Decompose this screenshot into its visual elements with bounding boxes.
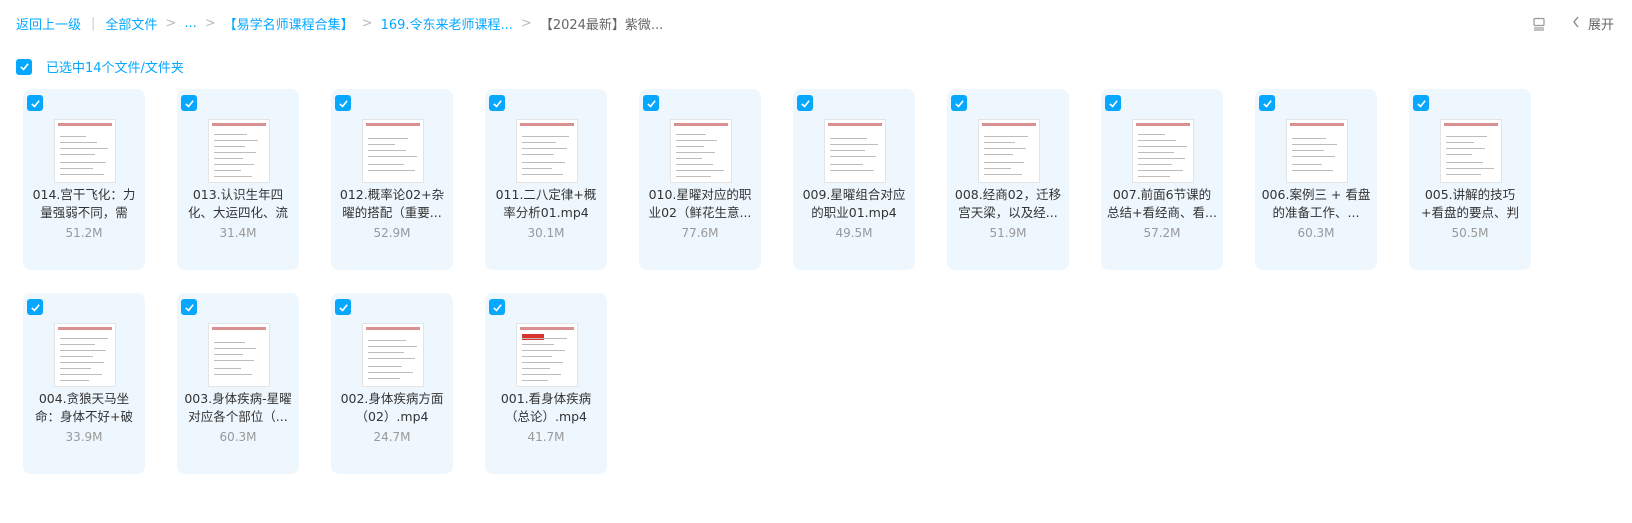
video-thumbnail [978,119,1040,183]
view-tools: 展开 [1530,14,1614,33]
file-size: 52.9M [373,226,411,240]
breadcrumb-ellipsis[interactable]: ... [184,16,196,31]
breadcrumb-all-files[interactable]: 全部文件 [105,14,157,33]
file-size: 51.2M [65,226,103,240]
file-size: 49.5M [835,226,873,240]
file-checkbox[interactable] [181,95,197,111]
file-checkbox[interactable] [489,95,505,111]
file-checkbox[interactable] [27,95,43,111]
file-card[interactable]: 009.星曜组合对应的职业01.mp4 49.5M [793,89,915,270]
chevron-left-icon [1572,16,1580,32]
file-checkbox[interactable] [951,95,967,111]
file-card[interactable]: 005.讲解的技巧+看盘的要点、判 50.5M [1409,89,1531,270]
file-checkbox[interactable] [489,299,505,315]
video-thumbnail [208,119,270,183]
file-name: 008.经商02，迁移宫天梁，以及经... [954,187,1062,220]
file-name: 009.星曜组合对应的职业01.mp4 [802,187,906,220]
file-checkbox[interactable] [1105,95,1121,111]
file-size: 57.2M [1143,226,1181,240]
file-card[interactable]: 010.星曜对应的职业02（鲜花生意... 77.6M [639,89,761,270]
file-size: 51.9M [989,226,1027,240]
file-checkbox[interactable] [1259,95,1275,111]
file-card[interactable]: 012.概率论02+杂曜的搭配（重要... 52.9M [331,89,453,270]
selection-bar: 已选中14个文件/文件夹 [16,57,184,76]
file-checkbox[interactable] [181,299,197,315]
video-thumbnail [362,119,424,183]
breadcrumb-current: 【2024最新】紫微... [539,18,664,33]
file-size: 33.9M [65,430,103,444]
file-name: 013.认识生年四化、大运四化、流 [187,187,288,220]
expand-label: 展开 [1587,18,1614,33]
file-size: 50.5M [1451,226,1489,240]
file-name: 002.身体疾病方面（02）.mp4 [340,391,444,424]
file-card[interactable]: 011.二八定律+概率分析01.mp4 30.1M [485,89,607,270]
file-name: 006.案例三 + 看盘的准备工作、... [1261,187,1371,220]
file-name: 004.贪狼天马坐命：身体不好+破 [35,391,133,424]
breadcrumb-separator: > [520,16,532,31]
back-link[interactable]: 返回上一级 [16,14,81,33]
video-thumbnail [54,119,116,183]
file-checkbox[interactable] [1413,95,1429,111]
file-size: 60.3M [219,430,257,444]
file-card[interactable]: 003.身体疾病-星曜对应各个部位（... 60.3M [177,293,299,474]
file-name: 005.讲解的技巧+看盘的要点、判 [1421,187,1519,220]
file-checkbox[interactable] [335,95,351,111]
file-card[interactable]: 001.看身体疾病（总论）.mp4 41.7M [485,293,607,474]
video-thumbnail [1440,119,1502,183]
video-thumbnail [670,119,732,183]
file-name: 010.星曜对应的职业02（鲜花生意... [648,187,752,220]
file-checkbox[interactable] [335,299,351,315]
video-thumbnail [1286,119,1348,183]
file-name: 001.看身体疾病（总论）.mp4 [500,391,592,424]
file-size: 30.1M [527,226,565,240]
file-card[interactable]: 004.贪狼天马坐命：身体不好+破 33.9M [23,293,145,474]
video-thumbnail [516,323,578,387]
breadcrumb-separator: > [165,16,177,31]
breadcrumb-separator: > [361,16,373,31]
file-grid: 014.宫干飞化：力量强弱不同，需 51.2M 013.认识生年四化、大运四化、流 3… [23,89,1583,474]
video-thumbnail [516,119,578,183]
file-size: 77.6M [681,226,719,240]
file-card[interactable]: 008.经商02，迁移宫天梁，以及经... 51.9M [947,89,1069,270]
expand-button[interactable]: 展开 [1572,14,1614,33]
file-card[interactable]: 014.宫干飞化：力量强弱不同，需 51.2M [23,89,145,270]
file-card[interactable]: 007.前面6节课的总结+看经商、看... 57.2M [1101,89,1223,270]
video-thumbnail [208,323,270,387]
selection-count-label: 已选中14个文件/文件夹 [46,61,184,76]
file-checkbox[interactable] [27,299,43,315]
file-size: 24.7M [373,430,411,444]
file-checkbox[interactable] [643,95,659,111]
file-size: 60.3M [1297,226,1335,240]
file-card[interactable]: 013.认识生年四化、大运四化、流 31.4M [177,89,299,270]
file-size: 41.7M [527,430,565,444]
top-bar: 返回上一级 | 全部文件 > ... > 【易学名师课程合集】 > 169.令东… [0,0,1632,48]
video-thumbnail [1132,119,1194,183]
file-name: 012.概率论02+杂曜的搭配（重要... [339,187,445,220]
file-name: 014.宫干飞化：力量强弱不同，需 [32,187,136,220]
file-card[interactable]: 006.案例三 + 看盘的准备工作、... 60.3M [1255,89,1377,270]
video-thumbnail [54,323,116,387]
file-size: 31.4M [219,226,257,240]
breadcrumb-level1[interactable]: 【易学名师课程合集】 [224,14,354,33]
breadcrumb: 返回上一级 | 全部文件 > ... > 【易学名师课程合集】 > 169.令东… [16,14,663,33]
video-thumbnail [824,119,886,183]
breadcrumb-separator: > [204,16,216,31]
select-all-checkbox[interactable] [16,58,32,75]
file-checkbox[interactable] [797,95,813,111]
file-name: 007.前面6节课的总结+看经商、看... [1107,187,1217,220]
video-thumbnail [362,323,424,387]
file-name: 003.身体疾病-星曜对应各个部位（... [184,391,292,424]
file-name: 011.二八定律+概率分析01.mp4 [495,187,597,220]
breadcrumb-divider: | [91,16,96,31]
breadcrumb-level2[interactable]: 169.令东来老师课程... [381,14,513,33]
file-card[interactable]: 002.身体疾病方面（02）.mp4 24.7M [331,293,453,474]
list-view-icon[interactable] [1530,15,1548,33]
